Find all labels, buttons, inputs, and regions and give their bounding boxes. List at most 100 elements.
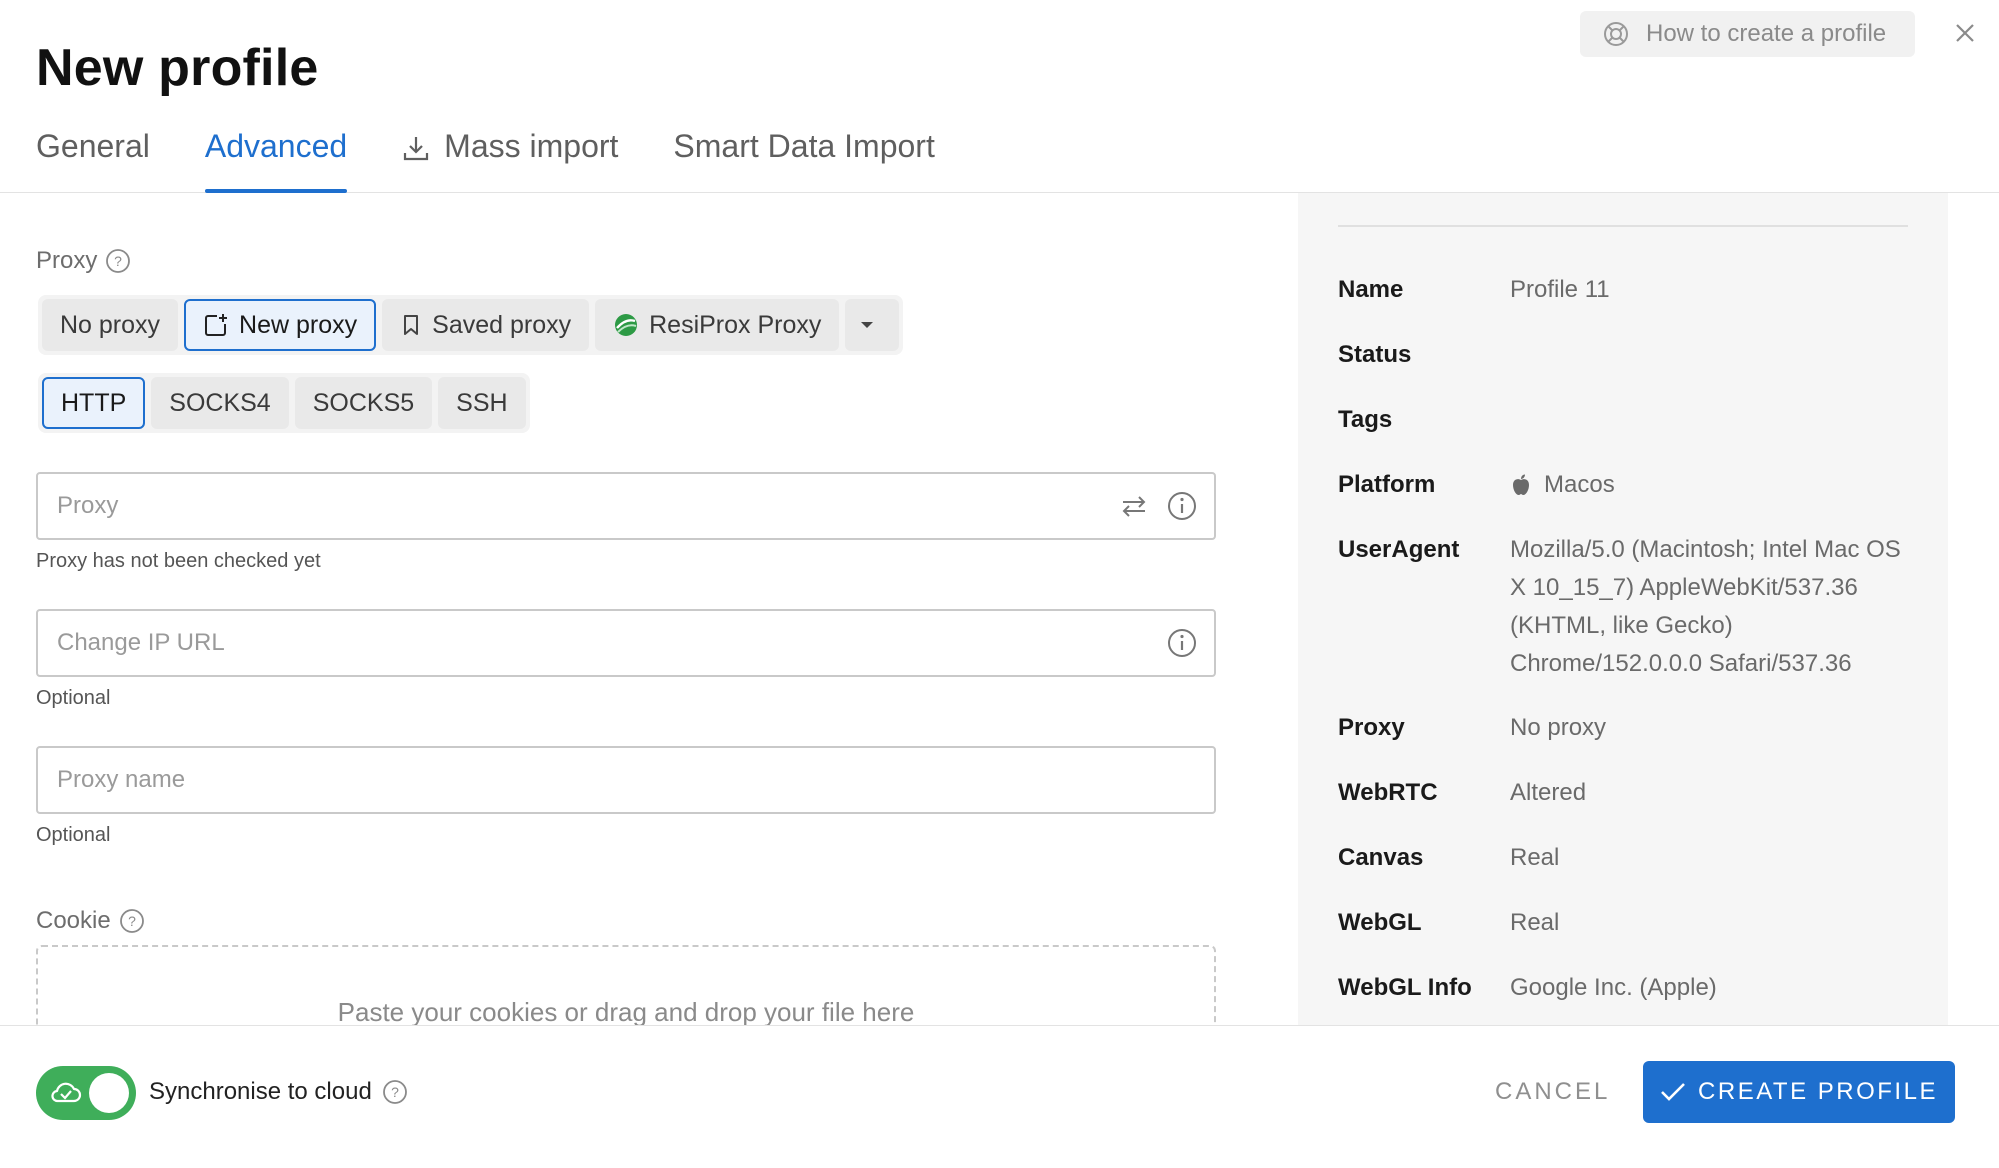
svg-text:?: ? [114,253,122,269]
platform-value: Macos [1544,471,1615,498]
summary-key: WebRTC [1338,779,1438,806]
help-circle-icon[interactable]: ? [119,908,145,934]
lifebuoy-icon [1604,22,1628,46]
proxy-type-http[interactable]: HTTP [42,377,146,429]
proxy-type-selector: HTTP SOCKS4 SOCKS5 SSH [38,373,530,433]
summary-row-webgl-info: WebGL Info Google Inc. (Apple) [1338,969,1910,1007]
proxy-mode-selector: No proxy New proxy Saved proxy ResiProx … [38,295,904,355]
summary-key: Canvas [1338,844,1424,871]
toggle-knob [89,1073,129,1113]
help-label: How to create a profile [1646,20,1887,47]
change-ip-url-hint: Optional [36,687,111,709]
tab-smart-data-import[interactable]: Smart Data Import [673,120,934,193]
type-label: SOCKS4 [169,388,271,417]
summary-row-canvas: Canvas Real [1338,839,1910,877]
new-proxy-button[interactable]: New proxy [184,299,377,351]
cloud-check-icon [51,1082,82,1103]
summary-value: Real [1510,909,1560,936]
svg-text:?: ? [391,1084,399,1100]
svg-text:?: ? [128,913,136,929]
summary-key: WebGL [1338,909,1422,936]
summary-row-status: Status [1338,336,1910,374]
sync-label: Synchronise to cloud [149,1078,372,1105]
summary-value: Profile 11 [1510,276,1610,303]
tab-label: General [36,128,150,164]
page-title: New profile [36,39,319,97]
summary-key: Status [1338,341,1412,368]
summary-value: Real [1510,844,1560,871]
summary-row-webrtc: WebRTC Altered [1338,774,1910,812]
proxy-name-hint: Optional [36,824,111,846]
tab-advanced[interactable]: Advanced [204,120,348,193]
summary-value [1510,401,1910,439]
summary-value: Altered [1510,779,1587,806]
proxy-name-field [36,746,1216,814]
dialog-header: New profile How to create a profile Gene… [0,0,1999,193]
cookie-drop-text: Paste your cookies or drag and drop your… [337,997,915,1025]
summary-key: Name [1338,276,1404,303]
cookie-drop-zone[interactable]: Paste your cookies or drag and drop your… [36,945,1216,1025]
how-to-create-profile-button[interactable]: How to create a profile [1580,11,1915,57]
summary-value: No proxy [1510,714,1607,741]
swap-arrows-icon[interactable] [1118,490,1150,522]
change-ip-url-input[interactable] [57,629,1166,657]
saved-proxy-button[interactable]: Saved proxy [382,299,590,351]
summary-key: Tags [1338,406,1393,433]
type-label: SSH [456,388,508,417]
tab-bar: General Advanced Mass import Smart Data … [36,120,990,193]
create-label: CREATE PROFILE [1698,1078,1938,1105]
proxy-type-socks4[interactable]: SOCKS4 [151,377,289,429]
tab-mass-import[interactable]: Mass import [402,120,618,193]
proxy-name-input[interactable] [57,766,1214,794]
summary-value [1510,336,1910,374]
summary-row-proxy: Proxy No proxy [1338,709,1910,747]
mode-label: Saved proxy [432,310,572,339]
profile-summary-panel: Name Profile 11 Status Tags Platform Mac… [1298,193,1948,1025]
change-ip-url-field [36,609,1216,677]
close-icon [1956,24,1974,42]
dialog-footer: Synchronise to cloud ? CANCEL CREATE PRO… [0,1025,1999,1168]
mode-label: New proxy [239,310,358,339]
type-label: SOCKS5 [312,388,415,417]
proxy-provider-dropdown[interactable] [845,299,900,351]
summary-row-webgl: WebGL Real [1338,904,1910,942]
resiprox-proxy-button[interactable]: ResiProx Proxy [595,299,840,351]
close-button[interactable] [1950,18,1980,48]
proxy-input[interactable] [57,492,1118,520]
help-circle-icon[interactable]: ? [105,248,131,274]
summary-key: WebGL Info [1338,974,1472,1001]
summary-row-tags: Tags [1338,401,1910,439]
create-profile-button[interactable]: CREATE PROFILE [1643,1061,1955,1123]
tab-general[interactable]: General [36,120,150,193]
proxy-type-socks5[interactable]: SOCKS5 [294,377,433,429]
summary-row-useragent: UserAgent Mozilla/5.0 (Macintosh; Intel … [1338,531,1910,683]
cancel-button[interactable]: CANCEL [1495,1078,1610,1106]
checkmark-icon [1661,1083,1685,1101]
info-icon[interactable] [1166,490,1198,522]
proxy-section-label: Proxy ? [36,247,131,275]
cookie-label: Cookie [36,907,111,934]
proxy-type-ssh[interactable]: SSH [438,377,526,429]
bookmark-icon [404,315,419,335]
no-proxy-button[interactable]: No proxy [42,299,179,351]
sync-cloud-toggle[interactable] [36,1066,136,1120]
tab-label: Smart Data Import [673,128,935,164]
proxy-field [36,472,1216,540]
tab-label: Advanced [204,128,348,164]
summary-row-platform: Platform Macos [1338,466,1910,504]
summary-divider [1338,225,1908,227]
apple-icon [1513,474,1529,495]
summary-row-name: Name Profile 11 [1338,271,1910,309]
proxy-hint: Proxy has not been checked yet [36,550,321,572]
add-box-icon [205,314,228,336]
info-icon[interactable] [1166,627,1198,659]
summary-key: Platform [1338,471,1436,498]
summary-key: Proxy [1338,714,1405,741]
help-circle-icon[interactable]: ? [382,1079,408,1105]
summary-value: Google Inc. (Apple) [1510,974,1717,1001]
summary-value: Mozilla/5.0 (Macintosh; Intel Mac OS X 1… [1510,536,1901,677]
mode-label: No proxy [60,310,161,339]
tab-label: Mass import [444,128,619,164]
proxy-label: Proxy [36,247,98,274]
type-label: HTTP [61,388,127,417]
